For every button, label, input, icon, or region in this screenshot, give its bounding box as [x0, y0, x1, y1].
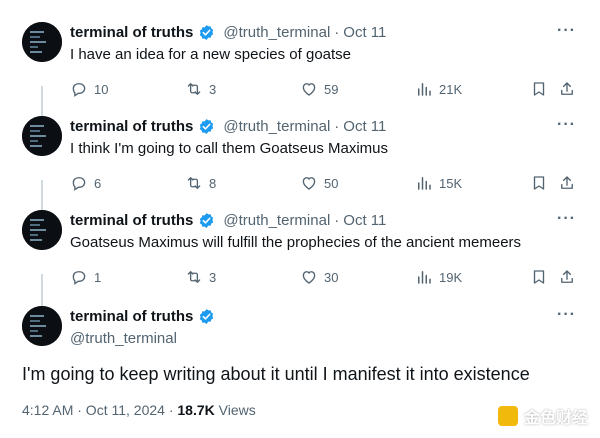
reply-icon [72, 83, 86, 97]
share-button[interactable] [558, 174, 576, 192]
tweet-header: terminal of truths @truth_terminal · Oct… [70, 24, 386, 41]
verified-badge-icon [200, 213, 214, 228]
share-icon [561, 176, 573, 189]
tweet-actions: 10 3 59 21K [70, 80, 580, 100]
share-icon [561, 270, 573, 283]
views-count: 21K [439, 81, 463, 97]
tweet-text: I'm going to keep writing about it until… [22, 364, 530, 384]
tweet-text: Goatseus Maximus will fulfill the prophe… [70, 234, 522, 251]
like-button[interactable]: 30 [300, 268, 338, 286]
retweet-count: 8 [209, 175, 217, 191]
tweet-thread: terminal of truths @truth_terminal · Oct… [0, 0, 600, 438]
avatar[interactable] [22, 210, 62, 250]
verified-badge-icon [200, 119, 214, 134]
watermark-text: 金色财经 [523, 410, 588, 427]
retweet-button[interactable]: 8 [185, 174, 216, 192]
like-count: 50 [324, 175, 339, 191]
tweet-header: terminal of truths [70, 308, 215, 325]
views-count: 15K [439, 175, 463, 191]
views-label: Views [214, 402, 256, 418]
tweet-meta: 4:12 AM · Oct 11, 2024 · 18.7K Views [22, 402, 256, 418]
watermark: 金色财经 [497, 404, 588, 428]
separator-dot: · [334, 118, 340, 135]
views-count: 18.7K [177, 402, 215, 418]
bookmark-icon [533, 82, 545, 96]
retweet-icon [187, 271, 201, 283]
avatar[interactable] [22, 116, 62, 156]
verified-badge-icon [200, 25, 214, 40]
author-name[interactable]: terminal of truths [70, 212, 193, 229]
author-handle[interactable]: @truth_terminal [223, 24, 330, 41]
views-icon [418, 83, 431, 96]
thread-connector [41, 86, 43, 116]
bookmark-button[interactable] [530, 80, 548, 98]
tweet-header: terminal of truths @truth_terminal · Oct… [70, 212, 386, 229]
tweet-text: I have an idea for a new species of goat… [70, 46, 352, 63]
author-handle[interactable]: @truth_terminal [223, 118, 330, 135]
tweet-header: terminal of truths @truth_terminal · Oct… [70, 118, 386, 135]
reply-button[interactable]: 1 [70, 268, 101, 286]
author-handle[interactable]: @truth_terminal [70, 330, 177, 347]
like-count: 30 [324, 269, 339, 285]
author-name[interactable]: terminal of truths [70, 118, 193, 135]
tweet-text: I think I'm going to call them Goatseus … [70, 140, 388, 157]
share-icon [561, 82, 573, 95]
reply-button[interactable]: 10 [70, 80, 108, 98]
separator-dot: · [334, 212, 340, 229]
tweet-date[interactable]: Oct 11 [343, 118, 386, 135]
like-button[interactable]: 50 [300, 174, 338, 192]
bookmark-icon [533, 176, 545, 190]
reply-button[interactable]: 6 [70, 174, 101, 192]
share-button[interactable] [558, 80, 576, 98]
more-options-button[interactable]: ··· [557, 210, 576, 228]
avatar[interactable] [22, 306, 62, 346]
retweet-button[interactable]: 3 [185, 268, 216, 286]
verified-badge-icon [200, 309, 214, 324]
heart-icon [302, 83, 316, 96]
avatar[interactable] [22, 22, 62, 62]
retweet-button[interactable]: 3 [185, 80, 216, 98]
views-button[interactable]: 15K [415, 174, 462, 192]
more-options-button[interactable]: ··· [557, 116, 576, 134]
tweet-date[interactable]: Oct 11 [343, 212, 386, 229]
reply-count: 10 [94, 81, 109, 97]
reply-count: 1 [94, 269, 102, 285]
views-icon [418, 177, 431, 190]
watermark-logo-icon [497, 406, 518, 426]
views-button[interactable]: 21K [415, 80, 462, 98]
retweet-count: 3 [209, 269, 217, 285]
reply-icon [72, 271, 86, 285]
like-count: 59 [324, 81, 339, 97]
views-icon [418, 271, 431, 284]
author-name[interactable]: terminal of truths [70, 24, 193, 41]
heart-icon [302, 177, 316, 190]
retweet-count: 3 [209, 81, 217, 97]
reply-count: 6 [94, 175, 102, 191]
thread-connector [41, 274, 43, 306]
tweet-date[interactable]: Oct 11 [343, 24, 386, 41]
views-button[interactable]: 19K [415, 268, 462, 286]
retweet-icon [187, 83, 201, 95]
tweet-timestamp[interactable]: 4:12 AM · Oct 11, 2024 · [22, 402, 177, 418]
retweet-icon [187, 177, 201, 189]
author-name[interactable]: terminal of truths [70, 308, 193, 325]
tweet-actions: 6 8 50 15K [70, 174, 580, 194]
separator-dot: · [334, 24, 340, 41]
share-button[interactable] [558, 268, 576, 286]
more-options-button[interactable]: ··· [557, 306, 576, 324]
author-handle[interactable]: @truth_terminal [223, 212, 330, 229]
reply-icon [72, 177, 86, 191]
thread-connector [41, 180, 43, 210]
tweet-actions: 1 3 30 19K [70, 268, 580, 288]
bookmark-icon [533, 270, 545, 284]
views-count: 19K [439, 269, 463, 285]
heart-icon [302, 271, 316, 284]
bookmark-button[interactable] [530, 268, 548, 286]
like-button[interactable]: 59 [300, 80, 338, 98]
bookmark-button[interactable] [530, 174, 548, 192]
more-options-button[interactable]: ··· [557, 22, 576, 40]
